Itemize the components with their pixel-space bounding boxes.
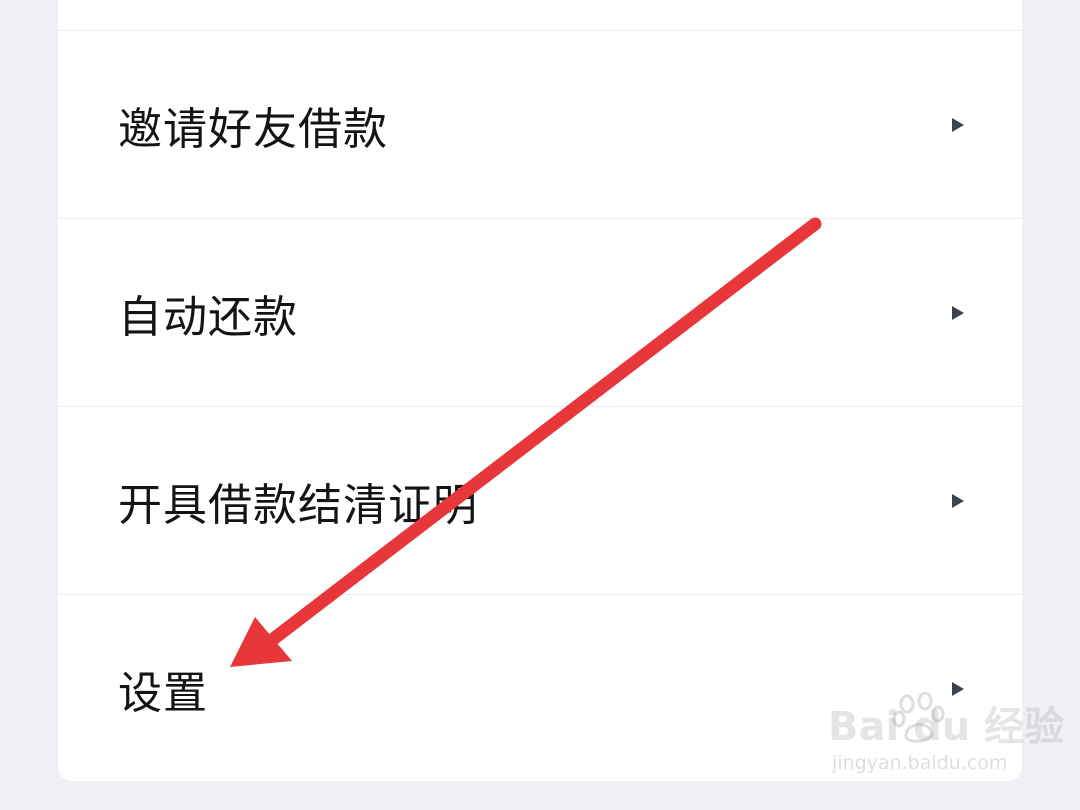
menu-item-auto-repay[interactable]: 自动还款 <box>58 218 1022 406</box>
menu-item-settlement-certificate[interactable]: 开具借款结清证明 <box>58 406 1022 594</box>
menu-item-label: 邀请好友借款 <box>118 103 388 155</box>
chevron-right-icon <box>952 493 964 508</box>
menu-item-label: 自动还款 <box>118 291 298 343</box>
menu-item-invite-friends[interactable]: 邀请好友借款 <box>58 30 1022 218</box>
menu-item-settings[interactable]: 设置 <box>58 594 1022 781</box>
menu-card: 邀请好友借款 自动还款 开具借款结清证明 设置 <box>58 0 1022 781</box>
menu-item-label: 开具借款结清证明 <box>118 479 478 531</box>
chevron-right-icon <box>952 117 964 132</box>
chevron-right-icon <box>952 681 964 696</box>
chevron-right-icon <box>952 305 964 320</box>
menu-item-label: 设置 <box>118 667 208 719</box>
menu-row-partial <box>58 0 1022 31</box>
